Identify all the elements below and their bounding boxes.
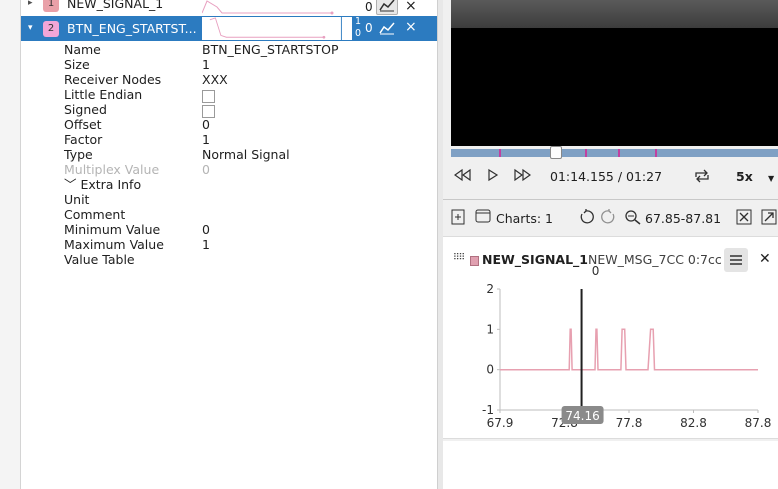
play-icon	[488, 168, 499, 182]
add-chart-icon	[451, 209, 465, 225]
signal-row-new-signal-1[interactable]: ▸ 1 NEW_SIGNAL_1 0 ×	[21, 0, 437, 16]
playback-speed[interactable]: 5x	[736, 169, 753, 184]
type-select[interactable]: Normal Signal	[202, 147, 290, 162]
receiver-nodes-field[interactable]: XXX	[202, 72, 228, 87]
series-line	[500, 328, 758, 371]
timeline-thumb[interactable]	[550, 146, 562, 159]
charts-count: Charts: 1	[496, 211, 554, 226]
timeline-marker	[618, 149, 620, 157]
x-tick-label: 77.8	[616, 416, 643, 430]
x-tick-label: 87.8	[745, 416, 772, 430]
offset-field[interactable]: 0	[202, 117, 210, 132]
window-icon	[475, 209, 491, 223]
seek-backward-button[interactable]	[454, 168, 472, 182]
video-frame	[451, 0, 778, 28]
cursor-value-label: 0	[592, 264, 600, 278]
signal-index-badge: 1	[43, 0, 59, 12]
signed-checkbox[interactable]	[202, 104, 215, 118]
chart-empty-area	[443, 441, 778, 489]
dock-charts-button[interactable]	[761, 209, 777, 225]
size-field[interactable]: 1	[202, 57, 210, 72]
signal-name: NEW_SIGNAL_1	[67, 0, 164, 11]
signal-value: 0	[365, 0, 373, 14]
timeline-marker	[585, 149, 587, 157]
undo-icon	[580, 209, 594, 224]
signal-row-btn-eng-startstop[interactable]: ▾ 2 BTN_ENG_STARTST... 1 0 0 ×	[21, 16, 437, 41]
plot-signal-button[interactable]	[376, 18, 398, 38]
right-panel: 01:14.155 / 01:27 5x ▼ Charts: 1 67.85-8…	[443, 0, 778, 489]
signal-panel-gutter	[0, 0, 21, 489]
expand-arrow-icon[interactable]: ▸	[28, 0, 33, 8]
chart-line-icon	[379, 22, 395, 35]
timeline-marker	[499, 149, 501, 157]
charts-toolbar: Charts: 1 67.85-87.81	[443, 206, 778, 232]
remove-signal-button[interactable]: ×	[405, 0, 417, 14]
signal-value: 0	[365, 21, 373, 35]
play-button[interactable]	[487, 168, 499, 182]
zoom-range-button[interactable]	[624, 209, 642, 225]
multiplex-value-field: 0	[202, 162, 210, 177]
timeline-slider[interactable]	[451, 146, 778, 159]
rewind-icon	[454, 168, 471, 182]
fast-forward-icon	[514, 168, 531, 182]
loop-icon	[695, 169, 709, 183]
redo-zoom-button[interactable]	[601, 209, 617, 225]
close-all-charts-button[interactable]	[736, 209, 752, 225]
undo-zoom-button[interactable]	[578, 209, 594, 225]
redo-icon	[601, 209, 615, 224]
signal-sparkline	[202, 16, 352, 41]
x-tick-label: 67.9	[487, 416, 514, 430]
y-tick-label: -1	[482, 403, 494, 417]
line-chart[interactable]: 210-167.972.877.882.887.8074.16	[443, 237, 778, 440]
signal-range-labels: 1 0	[355, 16, 361, 40]
y-tick-label: 1	[486, 322, 494, 336]
plot-signal-button[interactable]	[376, 0, 398, 15]
speed-dropdown-icon[interactable]: ▼	[768, 174, 774, 183]
playback-bar: 01:14.155 / 01:27 5x ▼	[451, 165, 778, 189]
timeline-marker	[655, 149, 657, 157]
splitter[interactable]	[443, 199, 778, 203]
maximum-value-field[interactable]: 1	[202, 237, 210, 252]
signal-sparkline	[202, 0, 334, 15]
signal-index-badge: 2	[43, 21, 59, 37]
playback-time: 01:14.155 / 01:27	[550, 169, 663, 184]
expand-icon	[761, 209, 777, 225]
loop-button[interactable]	[693, 168, 711, 184]
name-field[interactable]: BTN_ENG_STARTSTOP	[202, 42, 339, 57]
remove-signal-button[interactable]: ×	[405, 19, 417, 35]
zoom-range: 67.85-87.81	[645, 211, 722, 226]
minimum-value-field[interactable]: 0	[202, 222, 210, 237]
factor-field[interactable]: 1	[202, 132, 210, 147]
signal-max: 1	[355, 16, 362, 27]
app-window: ▸ 1 NEW_SIGNAL_1 0 × ▾ 2 BTN_ENG_STARTST…	[0, 0, 778, 489]
seek-forward-button[interactable]	[513, 168, 531, 182]
y-tick-label: 2	[486, 282, 494, 296]
charts-icon-button[interactable]	[475, 209, 491, 223]
chart-line-icon	[379, 0, 395, 12]
video-view	[451, 0, 778, 146]
close-box-icon	[736, 209, 752, 225]
cursor-x-label: 74.16	[565, 409, 599, 423]
signal-min: 0	[355, 28, 362, 39]
chart-panel: ⠿⠿ NEW_SIGNAL_1 NEW_MSG_7CC 0:7cc ✕ 210-…	[443, 236, 778, 439]
little-endian-checkbox[interactable]	[202, 89, 215, 103]
signal-name: BTN_ENG_STARTST...	[67, 21, 197, 36]
collapse-arrow-icon[interactable]: ▾	[28, 23, 33, 33]
y-tick-label: 0	[486, 363, 494, 377]
x-tick-label: 82.8	[680, 416, 707, 430]
magnifier-icon	[625, 210, 641, 225]
new-chart-button[interactable]	[451, 209, 465, 225]
signal-panel: ▸ 1 NEW_SIGNAL_1 0 × ▾ 2 BTN_ENG_STARTST…	[0, 0, 437, 489]
